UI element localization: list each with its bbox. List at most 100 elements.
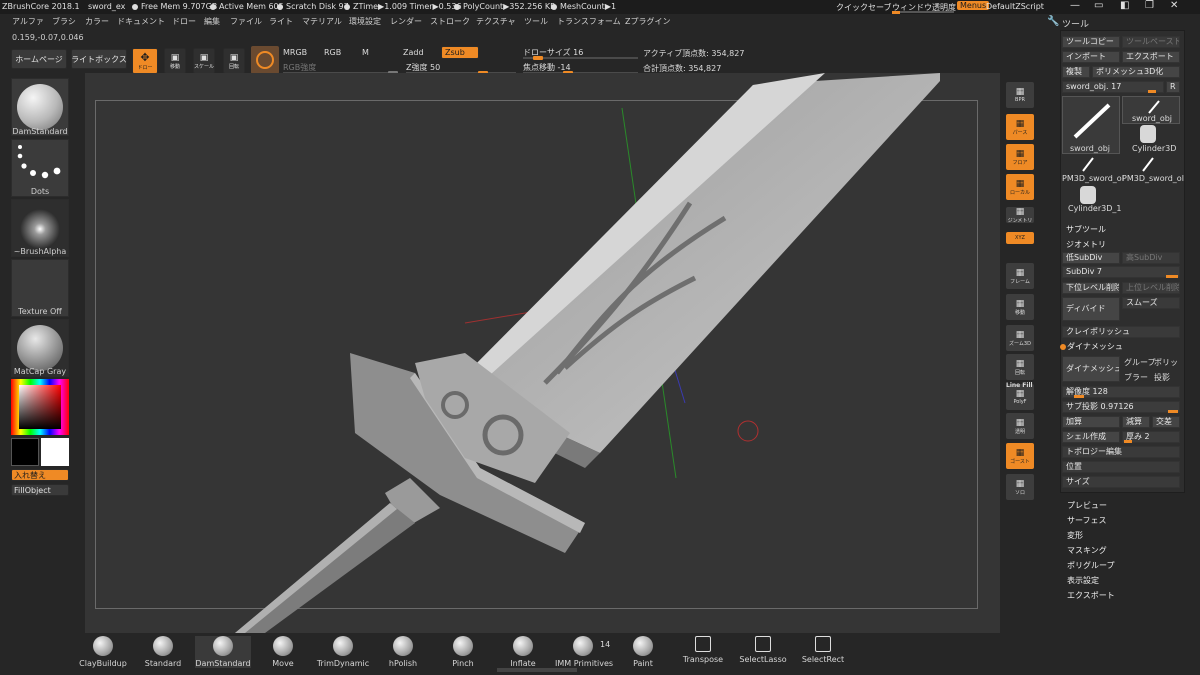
- fill-object-button[interactable]: FillObject: [11, 484, 69, 496]
- sub-projection-slider[interactable]: サブ投影 0.97126: [1062, 401, 1180, 413]
- shelf-button[interactable]: ▦ ゴースト: [1006, 443, 1034, 469]
- brush-button[interactable]: Standard: [135, 636, 191, 668]
- default-zscript[interactable]: DefaultZScript: [986, 2, 1044, 11]
- m-button[interactable]: M: [362, 48, 369, 57]
- window-icon[interactable]: ◧: [1120, 0, 1129, 11]
- layout-icon[interactable]: ▭: [1094, 0, 1103, 11]
- smooth-toggle[interactable]: スムーズ: [1122, 297, 1180, 309]
- polish-toggle[interactable]: ポリッ: [1154, 357, 1178, 368]
- menu-item[interactable]: ファイル: [230, 16, 262, 27]
- mrgb-button[interactable]: MRGB: [283, 48, 307, 57]
- menu-item[interactable]: テクスチャ: [476, 16, 516, 27]
- menu-item[interactable]: レンダー: [390, 16, 422, 27]
- zadd-button[interactable]: Zadd: [403, 48, 424, 57]
- paste-tool-button[interactable]: ツールペースト: [1122, 36, 1180, 48]
- add-button[interactable]: 加算: [1062, 416, 1120, 428]
- delete-lower-button[interactable]: 下位レベル削除: [1062, 282, 1120, 294]
- subtool-section[interactable]: サブツール: [1066, 224, 1106, 235]
- size-section[interactable]: サイズ: [1062, 476, 1180, 488]
- geometry-section[interactable]: ジオメトリ: [1066, 239, 1106, 250]
- clay-polish-section[interactable]: クレイポリッシュ: [1062, 326, 1180, 338]
- secondary-color-swatch[interactable]: [11, 438, 39, 466]
- menu-item[interactable]: トランスフォーム: [557, 16, 621, 27]
- make-polymesh-button[interactable]: ポリメッシュ3D化: [1092, 66, 1180, 78]
- brush-button[interactable]: SelectRect: [795, 636, 851, 664]
- groups-toggle[interactable]: グループ: [1124, 357, 1156, 368]
- menu-item[interactable]: カラー: [85, 16, 109, 27]
- zsub-button[interactable]: Zsub: [441, 46, 479, 59]
- panel-section[interactable]: マスキング: [1067, 545, 1107, 556]
- panel-section[interactable]: プレビュー: [1067, 500, 1107, 511]
- export-button[interactable]: エクスポート: [1122, 51, 1180, 63]
- menu-item[interactable]: アルファ: [12, 16, 44, 27]
- dynamesh-section[interactable]: ダイナメッシュ: [1067, 341, 1123, 352]
- menu-item[interactable]: ストローク: [430, 16, 470, 27]
- shelf-button[interactable]: ▦ パース: [1006, 114, 1034, 140]
- clone-button[interactable]: 複製: [1062, 66, 1090, 78]
- dynamesh-button[interactable]: ダイナメッシュ: [1062, 356, 1120, 382]
- project-toggle[interactable]: 投影: [1154, 372, 1170, 383]
- shelf-button[interactable]: ▦ 移動: [1006, 294, 1034, 320]
- draw-button[interactable]: ✥ ドロー: [132, 48, 158, 74]
- brush-button[interactable]: Paint: [615, 636, 671, 668]
- menu-item[interactable]: ドロー: [172, 16, 196, 27]
- menu-item[interactable]: Zプラグイン: [625, 16, 670, 27]
- divide-button[interactable]: ディバイド: [1062, 297, 1120, 321]
- shelf-button[interactable]: ▦ 透明: [1006, 413, 1034, 439]
- brush-button[interactable]: SelectLasso: [735, 636, 791, 664]
- import-button[interactable]: インポート: [1062, 51, 1120, 63]
- shelf-button[interactable]: ▦ ジンメトリ: [1006, 207, 1034, 224]
- cylinder-icon[interactable]: [1080, 186, 1096, 204]
- swap-colors-button[interactable]: 入れ替え: [11, 469, 69, 481]
- menu-item[interactable]: ライト: [269, 16, 293, 27]
- copy-tool-button[interactable]: ツールコピー: [1062, 36, 1120, 48]
- blur-slider[interactable]: ブラー: [1124, 372, 1148, 383]
- scale-button[interactable]: ▣ スケール: [193, 48, 215, 74]
- brush-button[interactable]: Move: [255, 636, 311, 668]
- brush-button[interactable]: Transpose: [675, 636, 731, 664]
- primary-color-swatch[interactable]: [41, 438, 69, 466]
- shelf-button[interactable]: ▦ ローカル: [1006, 174, 1034, 200]
- restore-icon[interactable]: ❐: [1145, 0, 1154, 11]
- shelf-button[interactable]: ▦ フレーム: [1006, 263, 1034, 289]
- menu-item[interactable]: 編集: [204, 16, 220, 27]
- panel-section[interactable]: 変形: [1067, 530, 1083, 541]
- panel-section[interactable]: 表示設定: [1067, 575, 1099, 586]
- rotate-button[interactable]: ▣ 回転: [223, 48, 245, 74]
- rgb-button[interactable]: RGB: [324, 48, 341, 57]
- delete-higher-button[interactable]: 上位レベル削除: [1122, 282, 1180, 294]
- sword-icon[interactable]: [1140, 155, 1156, 173]
- subtract-button[interactable]: 減算: [1122, 416, 1150, 428]
- transparency-slider[interactable]: [892, 11, 954, 14]
- panel-section[interactable]: サーフェス: [1067, 515, 1107, 526]
- reset-button[interactable]: R: [1166, 81, 1180, 93]
- menu-item[interactable]: ブラシ: [52, 16, 76, 27]
- edit-topology-section[interactable]: トポロジー編集: [1062, 446, 1180, 458]
- shelf-button[interactable]: ▦ フロア: [1006, 144, 1034, 170]
- lightbox-button[interactable]: ライトボックス: [71, 49, 127, 69]
- minimize-icon[interactable]: —: [1070, 0, 1080, 11]
- brush-button[interactable]: ClayBuildup: [75, 636, 131, 668]
- close-icon[interactable]: ✕: [1170, 0, 1178, 11]
- sword-model[interactable]: [85, 73, 1000, 633]
- menu-item[interactable]: マテリアル: [302, 16, 342, 27]
- menu-item[interactable]: ドキュメント: [117, 16, 165, 27]
- brush-button[interactable]: Pinch: [435, 636, 491, 668]
- lower-subdiv-button[interactable]: 低SubDiv: [1062, 252, 1120, 264]
- brush-button[interactable]: Inflate: [495, 636, 551, 668]
- home-button[interactable]: ホームページ: [11, 49, 67, 69]
- shelf-scroll-handle[interactable]: [497, 668, 577, 672]
- shelf-button[interactable]: XYZ: [1006, 232, 1034, 244]
- shelf-button[interactable]: ▦ ズーム3D: [1006, 325, 1034, 351]
- create-shell-button[interactable]: シェル作成: [1062, 431, 1120, 443]
- intersect-button[interactable]: 交差: [1152, 416, 1180, 428]
- shelf-button[interactable]: ▦ ソロ: [1006, 474, 1034, 500]
- quicksave-button[interactable]: クイックセーブ: [836, 2, 892, 13]
- subdiv-slider[interactable]: SubDiv 7: [1062, 266, 1180, 278]
- shelf-button[interactable]: ▦ 回転: [1006, 354, 1034, 380]
- brush-button[interactable]: DamStandard: [195, 636, 251, 668]
- panel-section[interactable]: ポリグループ: [1067, 560, 1115, 571]
- draw-size-track[interactable]: [523, 56, 638, 60]
- color-square[interactable]: [19, 385, 61, 429]
- shelf-button[interactable]: ▦ BPR: [1006, 82, 1034, 108]
